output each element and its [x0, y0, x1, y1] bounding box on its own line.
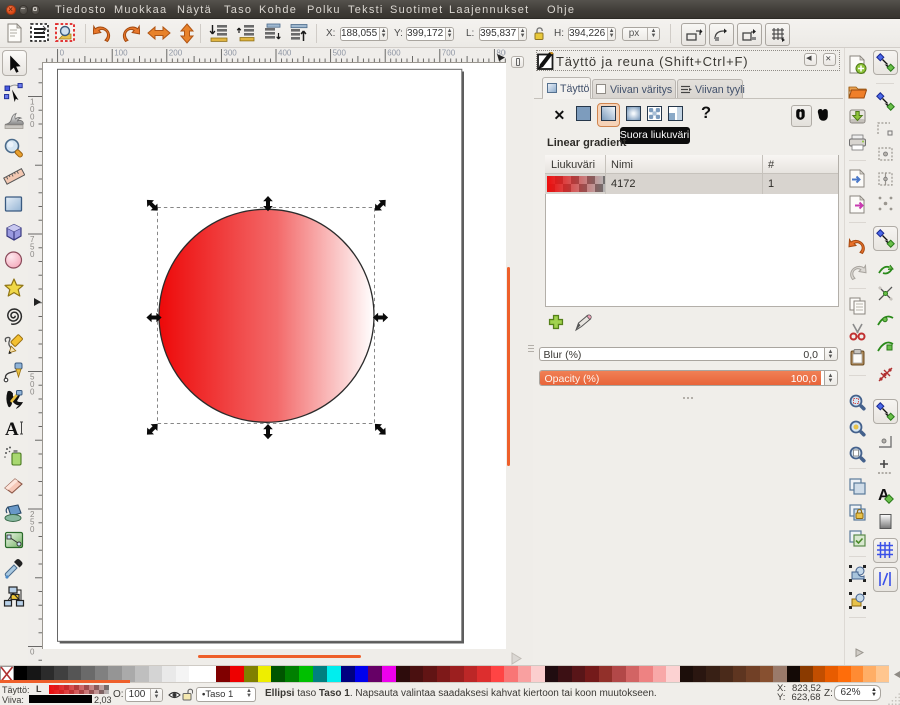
svg-text:100: 100 [114, 49, 128, 58]
svg-text:0: 0 [60, 49, 65, 58]
svg-text:500: 500 [333, 49, 347, 58]
svg-text:0: 0 [30, 648, 35, 657]
svg-text:0: 0 [30, 388, 35, 397]
svg-text:0: 0 [30, 525, 35, 534]
svg-text:400: 400 [278, 49, 292, 58]
svg-text:A: A [5, 419, 19, 439]
svg-text:300: 300 [223, 49, 237, 58]
svg-text:0: 0 [30, 250, 35, 259]
svg-text:0: 0 [30, 120, 35, 129]
svg-text:600: 600 [387, 49, 401, 58]
svg-text:200: 200 [169, 49, 183, 58]
svg-text:700: 700 [442, 49, 456, 58]
